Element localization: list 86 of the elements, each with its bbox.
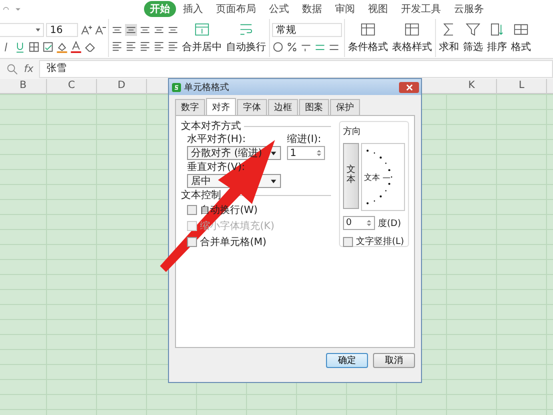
align-icon[interactable] <box>167 24 179 36</box>
checkbox-label: 文字竖排(L) <box>356 236 404 248</box>
align-icon[interactable] <box>153 40 165 52</box>
dialog-tab[interactable]: 字体 <box>237 99 267 115</box>
app-icon <box>172 82 181 92</box>
sort-icon <box>489 22 505 37</box>
column-header[interactable]: K <box>447 79 497 93</box>
align-icon[interactable] <box>167 40 179 52</box>
wrap-icon <box>238 22 254 37</box>
dropdown-icon[interactable] <box>14 5 22 13</box>
ribbon-tab[interactable]: 数据 <box>296 1 328 17</box>
vertical-text-button[interactable]: 文本 <box>343 143 359 209</box>
font-color-icon[interactable] <box>70 41 82 53</box>
dialog-tab[interactable]: 保护 <box>330 99 360 115</box>
format-button[interactable]: 格式 <box>510 22 532 54</box>
align-icon[interactable] <box>139 40 151 52</box>
ribbon-tab[interactable]: 公式 <box>263 1 295 17</box>
table-icon <box>513 22 529 37</box>
table-style-button[interactable]: 表格样式 <box>391 22 433 54</box>
font-grow-icon[interactable] <box>80 24 92 36</box>
dial-text: 文本 — <box>364 173 391 182</box>
font-size-field[interactable]: 16 <box>46 23 78 37</box>
sort-button[interactable]: 排序 <box>486 22 508 54</box>
degrees-spinner[interactable]: 0 <box>343 216 375 230</box>
checkbox-label: 合并单元格(M) <box>200 236 266 248</box>
dropdown-icon <box>270 150 277 156</box>
group-title: 文本控制 <box>181 190 221 201</box>
zoom-icon[interactable] <box>6 63 18 75</box>
group-title: 文本对齐方式 <box>181 121 241 132</box>
dialog-tab[interactable]: 边框 <box>268 99 298 115</box>
align-icon[interactable] <box>111 40 123 52</box>
column-header[interactable]: B <box>0 79 47 93</box>
checkbox[interactable] <box>187 205 197 215</box>
dialog-tab[interactable]: 数字 <box>175 99 205 115</box>
spinner-arrows-icon <box>316 148 322 158</box>
field-label: 度(D) <box>378 218 401 230</box>
indent-spinner[interactable]: 1 <box>287 146 325 160</box>
dropdown-icon <box>270 178 277 184</box>
dropdown-icon <box>35 27 41 33</box>
align-icon[interactable] <box>125 40 137 52</box>
merge-icon <box>194 22 210 37</box>
ok-button[interactable]: 确定 <box>326 353 368 368</box>
number-format-field[interactable]: 常规 <box>272 23 342 37</box>
field-label: 水平对齐(H): <box>187 134 247 145</box>
ribbon-tab[interactable]: 视图 <box>362 1 394 17</box>
wrap-text-button[interactable]: 自动换行 <box>225 22 267 54</box>
fill-color-icon[interactable] <box>56 41 68 53</box>
ribbon-tab[interactable]: 插入 <box>177 1 209 17</box>
align-icon[interactable] <box>111 24 123 36</box>
eraser-icon[interactable] <box>84 41 96 53</box>
dialog-tab[interactable]: 图案 <box>299 99 329 115</box>
dialog-tab[interactable]: 对齐 <box>206 98 236 115</box>
function-label[interactable]: fx <box>24 64 34 74</box>
border-icon[interactable] <box>28 41 40 53</box>
field-label: 缩进(I): <box>287 134 322 145</box>
cancel-button[interactable]: 取消 <box>373 353 415 368</box>
font-name-field[interactable] <box>0 23 44 37</box>
ribbon-tab[interactable]: 页面布局 <box>210 1 262 17</box>
percent-icon[interactable] <box>286 41 298 53</box>
font-shrink-icon[interactable] <box>94 24 106 36</box>
column-header[interactable]: D <box>97 79 147 93</box>
funnel-icon <box>465 22 481 37</box>
formula-input[interactable]: 张雪 <box>39 60 553 78</box>
column-header[interactable]: C <box>47 79 97 93</box>
table-icon <box>404 22 420 37</box>
group-title: 方向 <box>343 126 362 138</box>
align-icon[interactable] <box>153 24 165 36</box>
spinner-arrows-icon <box>366 218 372 228</box>
ribbon-tab[interactable]: 开发工具 <box>395 1 447 17</box>
checkbox[interactable] <box>187 237 197 247</box>
ribbon-tab[interactable]: 云服务 <box>448 1 490 17</box>
align-icon[interactable] <box>125 24 137 36</box>
ribbon-tab[interactable]: 审阅 <box>329 1 361 17</box>
sum-button[interactable]: 求和 <box>438 22 460 54</box>
column-header[interactable]: L <box>497 79 547 93</box>
checkbox-label: 缩小字体填充(K) <box>200 220 274 232</box>
checkbox[interactable] <box>343 236 353 246</box>
filter-button[interactable]: 筛选 <box>462 22 484 54</box>
align-icon[interactable] <box>139 24 151 36</box>
dialog-title: 单元格格式 <box>184 82 229 94</box>
format-icon[interactable] <box>42 41 54 53</box>
table-icon <box>360 22 376 37</box>
merge-center-button[interactable]: 合并居中 <box>181 22 223 54</box>
close-icon <box>406 84 412 90</box>
close-button[interactable] <box>399 82 419 92</box>
conditional-format-button[interactable]: 条件格式 <box>347 22 389 54</box>
